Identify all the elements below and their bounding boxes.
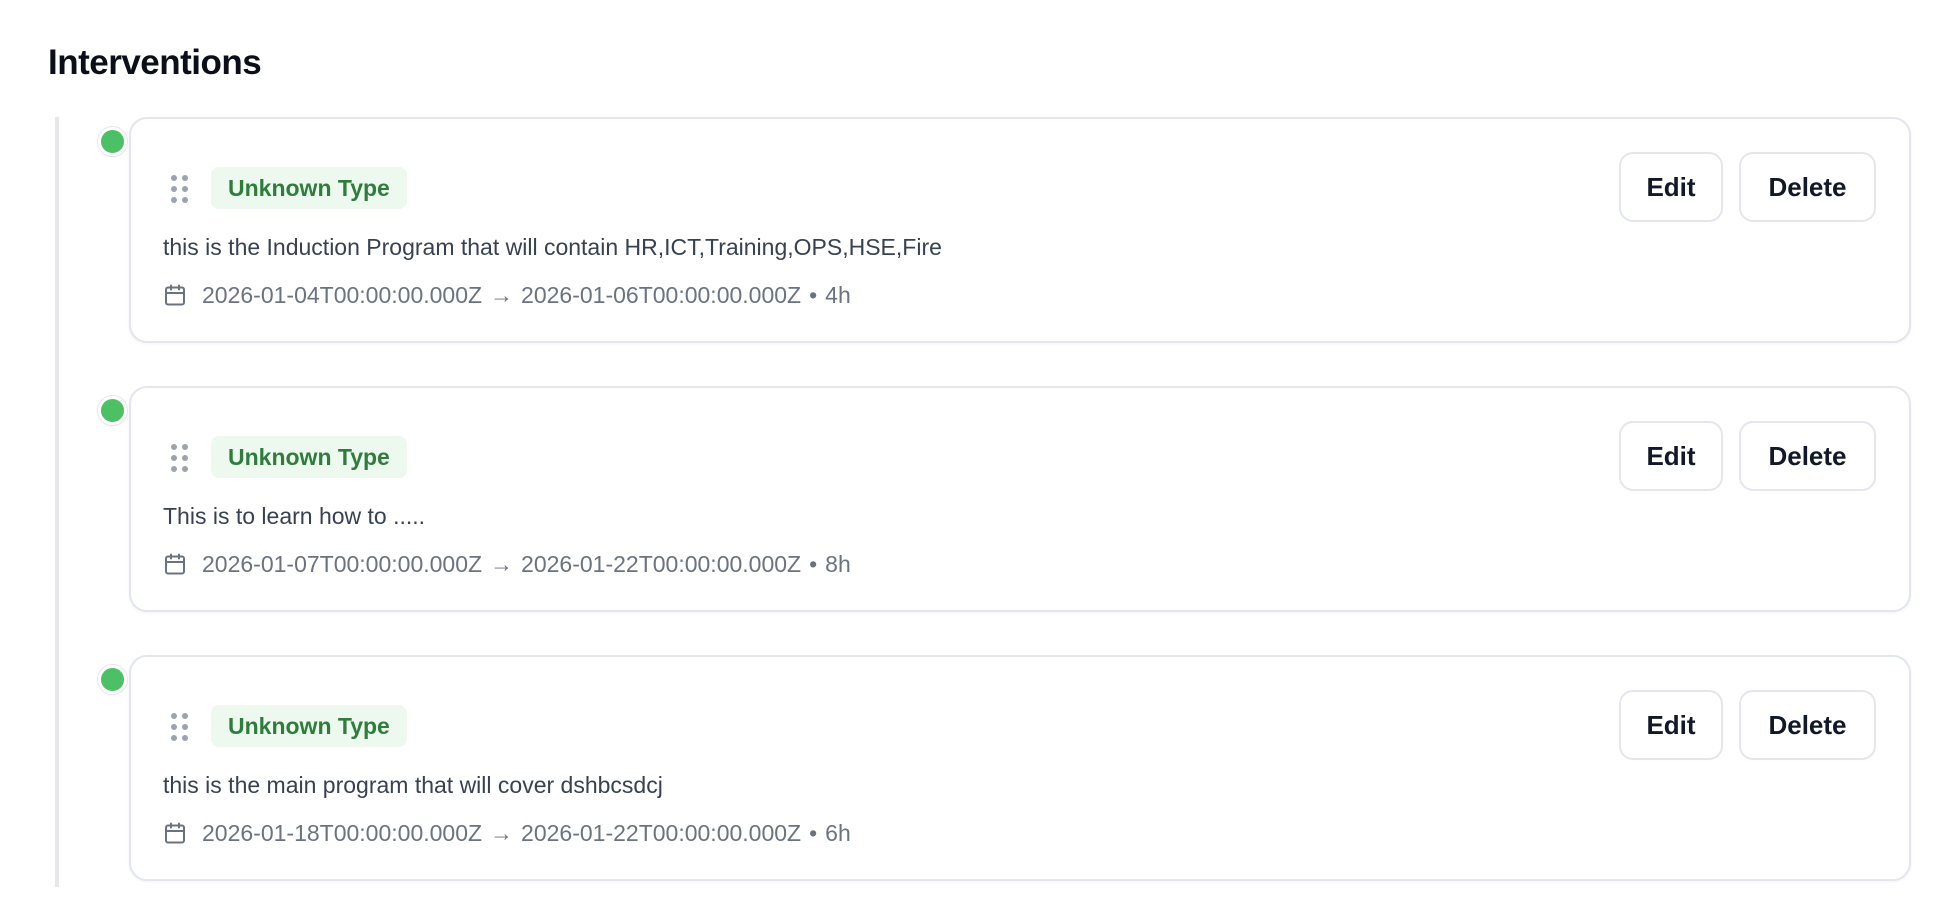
intervention-card: Unknown Type this is the main program th… xyxy=(129,655,1911,881)
arrow-separator: → xyxy=(490,819,514,846)
status-dot xyxy=(98,127,127,156)
end-date: 2026-01-22T00:00:00.000Z xyxy=(521,819,802,846)
bullet-separator: • xyxy=(809,819,818,846)
intervention-schedule: 2026-01-18T00:00:00.000Z → 2026-01-22T00… xyxy=(163,817,851,849)
drag-handle-icon[interactable] xyxy=(171,444,189,472)
edit-button[interactable]: Edit xyxy=(1619,690,1723,760)
delete-button[interactable]: Delete xyxy=(1739,152,1876,222)
edit-button[interactable]: Edit xyxy=(1619,152,1723,222)
arrow-separator: → xyxy=(490,281,514,308)
start-date: 2026-01-07T00:00:00.000Z xyxy=(202,550,483,577)
intervention-schedule: 2026-01-07T00:00:00.000Z → 2026-01-22T00… xyxy=(163,548,851,580)
intervention-item: Unknown Type This is to learn how to ...… xyxy=(0,386,1944,616)
bullet-separator: • xyxy=(809,550,818,577)
intervention-card: Unknown Type this is the Induction Progr… xyxy=(129,117,1911,343)
bullet-separator: • xyxy=(809,281,818,308)
arrow-separator: → xyxy=(490,550,514,577)
drag-handle-icon[interactable] xyxy=(171,175,189,203)
intervention-description: This is to learn how to ..... xyxy=(163,503,426,529)
type-badge: Unknown Type xyxy=(211,167,407,209)
delete-button[interactable]: Delete xyxy=(1739,421,1876,491)
calendar-icon xyxy=(165,822,185,844)
page-title: Interventions xyxy=(48,43,262,82)
start-date: 2026-01-18T00:00:00.000Z xyxy=(202,819,483,846)
duration: 6h xyxy=(825,819,851,846)
intervention-description: this is the Induction Program that will … xyxy=(163,234,942,260)
delete-button[interactable]: Delete xyxy=(1739,690,1876,760)
type-badge: Unknown Type xyxy=(211,436,407,478)
end-date: 2026-01-22T00:00:00.000Z xyxy=(521,550,802,577)
start-date: 2026-01-04T00:00:00.000Z xyxy=(202,281,483,308)
intervention-schedule: 2026-01-04T00:00:00.000Z → 2026-01-06T00… xyxy=(163,279,851,311)
duration: 4h xyxy=(825,281,851,308)
calendar-icon xyxy=(165,284,185,306)
calendar-icon xyxy=(165,553,185,575)
duration: 8h xyxy=(825,550,851,577)
intervention-card: Unknown Type This is to learn how to ...… xyxy=(129,386,1911,612)
edit-button[interactable]: Edit xyxy=(1619,421,1723,491)
end-date: 2026-01-06T00:00:00.000Z xyxy=(521,281,802,308)
drag-handle-icon[interactable] xyxy=(171,713,189,741)
status-dot xyxy=(98,665,127,694)
intervention-item: Unknown Type this is the main program th… xyxy=(0,655,1944,885)
intervention-item: Unknown Type this is the Induction Progr… xyxy=(0,117,1944,347)
type-badge: Unknown Type xyxy=(211,705,407,747)
status-dot xyxy=(98,396,127,425)
intervention-description: this is the main program that will cover… xyxy=(163,772,663,798)
